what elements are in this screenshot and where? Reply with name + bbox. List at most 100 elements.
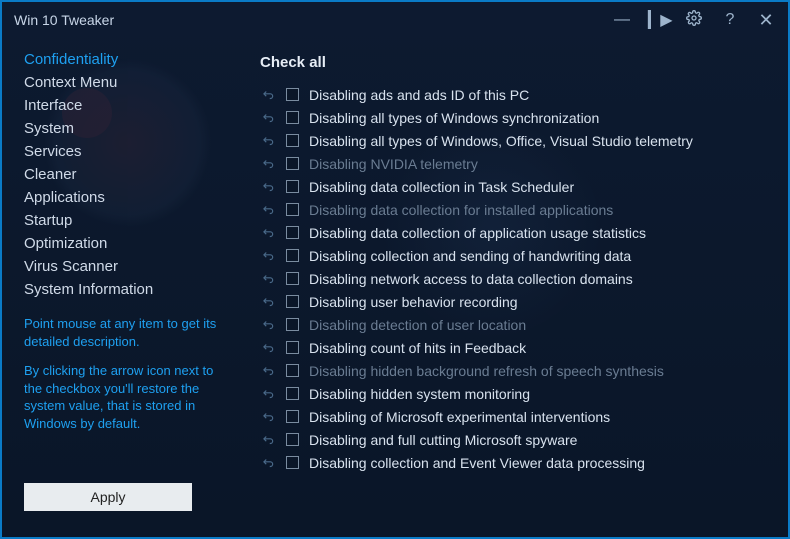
tweak-row: Disabling collection and Event Viewer da…	[260, 451, 770, 474]
sidebar: Confidentiality Context Menu Interface Syst…	[2, 38, 242, 537]
tweak-checkbox[interactable]	[286, 410, 299, 423]
minimize-button[interactable]: —	[612, 11, 632, 29]
tweak-label: Disabling count of hits in Feedback	[309, 340, 526, 356]
tweak-checkbox[interactable]	[286, 180, 299, 193]
restore-arrow-icon[interactable]	[260, 179, 276, 195]
tweak-label: Disabling detection of user location	[309, 317, 526, 333]
tweak-checkbox[interactable]	[286, 249, 299, 262]
tweak-checkbox[interactable]	[286, 341, 299, 354]
sidebar-item-system-information[interactable]: System Information	[24, 278, 242, 301]
apply-button[interactable]: Apply	[24, 483, 192, 511]
restore-arrow-icon[interactable]	[260, 110, 276, 126]
restore-arrow-icon[interactable]	[260, 294, 276, 310]
tweak-checkbox[interactable]	[286, 111, 299, 124]
tweak-checkbox[interactable]	[286, 364, 299, 377]
sidebar-nav: Confidentiality Context Menu Interface Syst…	[24, 48, 242, 301]
tweak-checkbox[interactable]	[286, 295, 299, 308]
tweak-row: Disabling hidden system monitoring	[260, 382, 770, 405]
tweak-list: Disabling ads and ads ID of this PC Disab…	[260, 83, 770, 474]
tweak-checkbox[interactable]	[286, 157, 299, 170]
tweak-label: Disabling collection and sending of hand…	[309, 248, 631, 264]
tweak-label: Disabling all types of Windows synchroni…	[309, 110, 599, 126]
sidebar-item-label: Context Menu	[24, 74, 117, 91]
tweak-checkbox[interactable]	[286, 226, 299, 239]
tweak-row: Disabling data collection in Task Schedu…	[260, 175, 770, 198]
restore-arrow-icon[interactable]	[260, 363, 276, 379]
restore-arrow-icon[interactable]	[260, 156, 276, 172]
restore-arrow-icon[interactable]	[260, 202, 276, 218]
tweak-row: Disabling all types of Windows synchroni…	[260, 106, 770, 129]
tweak-label: Disabling user behavior recording	[309, 294, 518, 310]
tweak-checkbox[interactable]	[286, 387, 299, 400]
tweak-row: Disabling all types of Windows, Office, …	[260, 129, 770, 152]
sidebar-item-virus-scanner[interactable]: Virus Scanner	[24, 255, 242, 278]
window-title: Win 10 Tweaker	[14, 12, 612, 28]
window-body: Confidentiality Context Menu Interface Syst…	[2, 38, 788, 537]
restore-arrow-icon[interactable]	[260, 87, 276, 103]
close-button[interactable]: ✕	[756, 10, 776, 31]
tweak-label: Disabling collection and Event Viewer da…	[309, 455, 645, 471]
tweak-label: Disabling ads and ads ID of this PC	[309, 87, 529, 103]
sidebar-item-interface[interactable]: Interface	[24, 94, 242, 117]
main-panel: Check all Disabling ads and ads ID of th…	[242, 38, 788, 537]
restore-arrow-icon[interactable]	[260, 133, 276, 149]
tweak-row: Disabling of Microsoft experimental inte…	[260, 405, 770, 428]
sidebar-item-label: Startup	[24, 212, 72, 229]
tweak-label: Disabling hidden system monitoring	[309, 386, 530, 402]
restore-arrow-icon[interactable]	[260, 340, 276, 356]
sidebar-item-label: Confidentiality	[24, 51, 118, 68]
sidebar-item-label: Cleaner	[24, 166, 77, 183]
restore-arrow-icon[interactable]	[260, 409, 276, 425]
sidebar-item-label: Interface	[24, 97, 82, 114]
restore-arrow-icon[interactable]	[260, 455, 276, 471]
tweak-label: Disabling data collection in Task Schedu…	[309, 179, 574, 195]
check-all-toggle[interactable]: Check all	[260, 54, 770, 71]
tweak-row: Disabling data collection for installed …	[260, 198, 770, 221]
tweak-label: Disabling network access to data collect…	[309, 271, 633, 287]
tweak-checkbox[interactable]	[286, 456, 299, 469]
tweak-row: Disabling network access to data collect…	[260, 267, 770, 290]
sidebar-item-optimization[interactable]: Optimization	[24, 232, 242, 255]
gear-icon[interactable]	[684, 10, 704, 31]
sidebar-item-confidentiality[interactable]: Confidentiality	[24, 48, 242, 71]
sidebar-hint-2: By clicking the arrow icon next to the c…	[24, 362, 242, 432]
restore-arrow-icon[interactable]	[260, 432, 276, 448]
restore-arrow-icon[interactable]	[260, 317, 276, 333]
sidebar-item-context-menu[interactable]: Context Menu	[24, 71, 242, 94]
tweak-checkbox[interactable]	[286, 88, 299, 101]
tweak-row: Disabling ads and ads ID of this PC	[260, 83, 770, 106]
sidebar-item-label: System	[24, 120, 74, 137]
sidebar-item-startup[interactable]: Startup	[24, 209, 242, 232]
restore-arrow-icon[interactable]	[260, 248, 276, 264]
sidebar-item-cleaner[interactable]: Cleaner	[24, 163, 242, 186]
sidebar-item-label: Optimization	[24, 235, 107, 252]
tweak-label: Disabling and full cutting Microsoft spy…	[309, 432, 577, 448]
sidebar-item-applications[interactable]: Applications	[24, 186, 242, 209]
tweak-row: Disabling count of hits in Feedback	[260, 336, 770, 359]
tweak-label: Disabling NVIDIA telemetry	[309, 156, 478, 172]
tweak-checkbox[interactable]	[286, 318, 299, 331]
sidebar-item-label: Applications	[24, 189, 105, 206]
tweak-label: Disabling hidden background refresh of s…	[309, 363, 664, 379]
restore-arrow-icon[interactable]	[260, 386, 276, 402]
tweak-row: Disabling hidden background refresh of s…	[260, 359, 770, 382]
sidebar-item-services[interactable]: Services	[24, 140, 242, 163]
tweak-checkbox[interactable]	[286, 272, 299, 285]
tweak-checkbox[interactable]	[286, 134, 299, 147]
tweak-label: Disabling data collection for installed …	[309, 202, 613, 218]
tweak-checkbox[interactable]	[286, 203, 299, 216]
tweak-row: Disabling data collection of application…	[260, 221, 770, 244]
tweak-row: Disabling and full cutting Microsoft spy…	[260, 428, 770, 451]
titlebar: Win 10 Tweaker — ▎▶ ? ✕	[2, 2, 788, 38]
help-icon[interactable]: ?	[720, 11, 740, 29]
sidebar-hint-1: Point mouse at any item to get its detai…	[24, 315, 242, 350]
restore-arrow-icon[interactable]	[260, 271, 276, 287]
sidebar-item-label: System Information	[24, 281, 153, 298]
sidebar-item-system[interactable]: System	[24, 117, 242, 140]
app-window: Win 10 Tweaker — ▎▶ ? ✕ ConfidentialityC…	[0, 0, 790, 539]
sidebar-item-label: Services	[24, 143, 82, 160]
play-icon[interactable]: ▎▶	[648, 10, 668, 30]
restore-arrow-icon[interactable]	[260, 225, 276, 241]
titlebar-controls: — ▎▶ ? ✕	[612, 10, 776, 31]
tweak-checkbox[interactable]	[286, 433, 299, 446]
